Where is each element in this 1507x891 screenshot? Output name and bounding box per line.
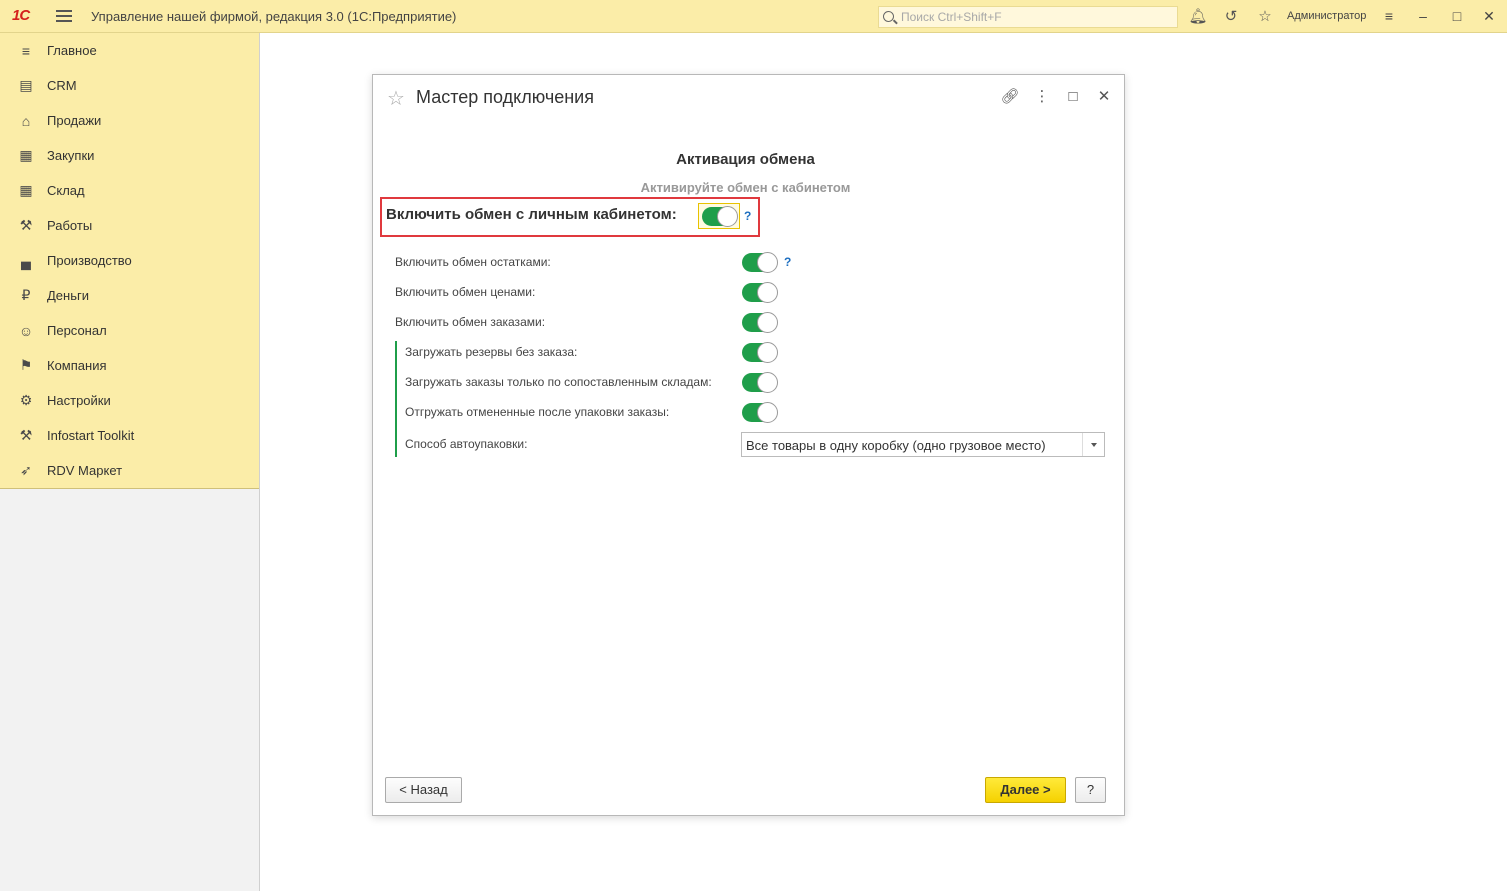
toggle-help[interactable]: ?: [784, 255, 791, 269]
search-box[interactable]: [878, 6, 1178, 28]
factory-icon: ▄: [21, 252, 31, 269]
sidebar-item-label: CRM: [47, 78, 77, 93]
sidebar-item-label: Склад: [47, 183, 85, 198]
search-input[interactable]: [901, 9, 1171, 25]
main-menu-button[interactable]: [56, 8, 72, 24]
close-window-icon[interactable]: ✕: [1478, 6, 1500, 26]
more-actions-icon[interactable]: ⋮: [1031, 86, 1053, 108]
sidebar-item-label: Производство: [47, 253, 132, 268]
contact-card-icon: ▤: [19, 77, 33, 93]
step-heading: Активация обмена: [676, 151, 815, 168]
sidebar-item[interactable]: ₽ Деньги: [0, 278, 259, 313]
search-icon: [883, 11, 894, 22]
chevron-down-icon[interactable]: [1082, 433, 1104, 456]
exchange-toggle[interactable]: [742, 372, 778, 393]
main-exchange-label: Включить обмен с личным кабинетом:: [386, 206, 677, 223]
title-bar: 1С Управление нашей фирмой, редакция 3.0…: [0, 0, 1507, 33]
star-icon[interactable]: ☆: [1255, 7, 1275, 27]
main-exchange-toggle-focus: [698, 203, 740, 229]
sidebar-item-label: Компания: [47, 358, 107, 373]
toggle-label: Загружать заказы только по сопоставленны…: [405, 375, 712, 389]
sidebar-item[interactable]: ▄ Производство: [0, 243, 259, 278]
sidebar-item-label: Работы: [47, 218, 93, 233]
toggle-label: Включить обмен остатками:: [395, 255, 551, 269]
flag-icon: ⚑: [19, 357, 33, 373]
sidebar-item-label: Закупки: [47, 148, 95, 163]
app-logo: 1С: [12, 7, 30, 24]
basket-icon: ⌂: [21, 112, 31, 129]
close-dialog-icon[interactable]: ✕: [1093, 86, 1115, 108]
exchange-toggle[interactable]: [742, 342, 778, 363]
main-exchange-toggle[interactable]: [702, 206, 738, 227]
autopack-select[interactable]: Все товары в одну коробку (одно грузовое…: [741, 432, 1105, 457]
next-button[interactable]: Далее >: [985, 777, 1066, 803]
connection-wizard-dialog: ☆ Мастер подключения 🔗︎ ⋮ □ ✕ Активация …: [372, 74, 1125, 816]
gear-icon: ⚙: [19, 392, 33, 408]
sidebar-item[interactable]: ➶ RDV Маркет: [0, 453, 259, 488]
settings-menu-icon[interactable]: ≡: [1378, 6, 1400, 26]
sidebar-item[interactable]: ⚙ Настройки: [0, 383, 259, 418]
dialog-title: Мастер подключения: [416, 87, 594, 107]
minimize-icon[interactable]: –: [1412, 6, 1434, 26]
toggle-label: Отгружать отмененные после упаковки зака…: [405, 405, 670, 419]
sidebar-item[interactable]: ▦ Склад: [0, 173, 259, 208]
favorite-star-icon[interactable]: ☆: [387, 86, 405, 111]
sidebar-item[interactable]: ⌂ Продажи: [0, 103, 259, 138]
help-button[interactable]: ?: [1075, 777, 1106, 803]
toggle-label: Включить обмен заказами:: [395, 315, 546, 329]
back-button[interactable]: < Назад: [385, 777, 462, 803]
main-exchange-help[interactable]: ?: [744, 209, 751, 223]
sidebar-item[interactable]: ⚑ Компания: [0, 348, 259, 383]
autopack-label: Способ автоупаковки:: [405, 437, 528, 451]
rocket-icon: ➶: [20, 462, 32, 478]
exchange-toggle[interactable]: [742, 402, 778, 423]
sidebar-item[interactable]: ⚒ Infostart Toolkit: [0, 418, 259, 453]
sidebar: ≡ Главное ▤ CRM ⌂ Продажи ▦ Закупки ▦ Склад ⚒ Работ…: [0, 33, 260, 891]
hamburger-icon: ≡: [21, 42, 31, 59]
exchange-toggle[interactable]: [742, 252, 778, 273]
sidebar-item[interactable]: ☺ Персонал: [0, 313, 259, 348]
exchange-toggle[interactable]: [742, 282, 778, 303]
warehouse-grid-icon: ▦: [19, 182, 33, 198]
sidebar-item-label: RDV Маркет: [47, 463, 123, 478]
history-icon[interactable]: ↺: [1221, 7, 1241, 27]
sidebar-item-label: Деньги: [47, 288, 89, 303]
sidebar-item-label: Infostart Toolkit: [47, 428, 135, 443]
sidebar-item-label: Продажи: [47, 113, 102, 128]
orders-group-line: [395, 341, 397, 457]
ruble-coin-icon: ₽: [21, 287, 31, 303]
sections-menu: ≡ Главное ▤ CRM ⌂ Продажи ▦ Закупки ▦ Склад ⚒ Работ…: [0, 33, 259, 489]
cart-icon: ▦: [19, 147, 33, 163]
maximize-dialog-icon[interactable]: □: [1062, 86, 1084, 108]
sidebar-item[interactable]: ▦ Закупки: [0, 138, 259, 173]
toggle-label: Загружать резервы без заказа:: [405, 345, 578, 359]
sidebar-item[interactable]: ≡ Главное: [0, 33, 259, 68]
app-title: Управление нашей фирмой, редакция 3.0 (1…: [91, 9, 457, 24]
people-icon: ☺: [18, 322, 34, 339]
sidebar-item[interactable]: ▤ CRM: [0, 68, 259, 103]
sidebar-item-label: Персонал: [47, 323, 107, 338]
sidebar-item-label: Настройки: [47, 393, 111, 408]
exchange-toggle[interactable]: [742, 312, 778, 333]
sidebar-item[interactable]: ⚒ Работы: [0, 208, 259, 243]
bell-icon[interactable]: 🔔︎: [1188, 7, 1208, 27]
maximize-icon[interactable]: □: [1446, 6, 1468, 26]
step-subheading: Активируйте обмен с кабинетом: [640, 180, 851, 195]
toggle-label: Включить обмен ценами:: [395, 285, 536, 299]
user-name[interactable]: Администратор: [1287, 10, 1366, 22]
sidebar-item-label: Главное: [47, 43, 97, 58]
wrench-icon: ⚒: [19, 427, 33, 443]
link-icon[interactable]: 🔗︎: [999, 86, 1021, 108]
autopack-value: Все товары в одну коробку (одно грузовое…: [746, 438, 1046, 453]
tools-icon: ⚒: [19, 217, 33, 233]
